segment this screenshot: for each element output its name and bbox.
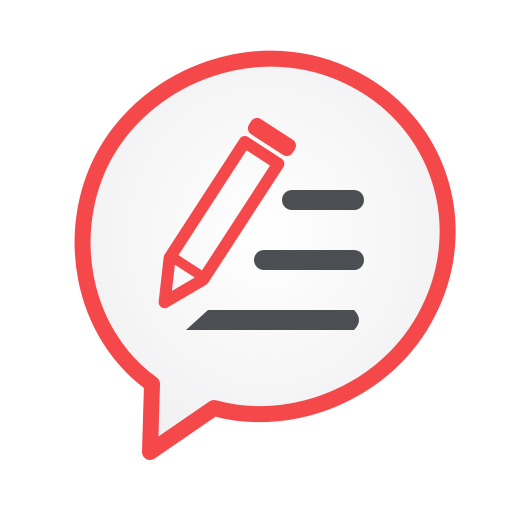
app-icon (0, 0, 512, 512)
text-line-bottom (186, 310, 359, 330)
note-chat-bubble-icon (74, 50, 456, 460)
